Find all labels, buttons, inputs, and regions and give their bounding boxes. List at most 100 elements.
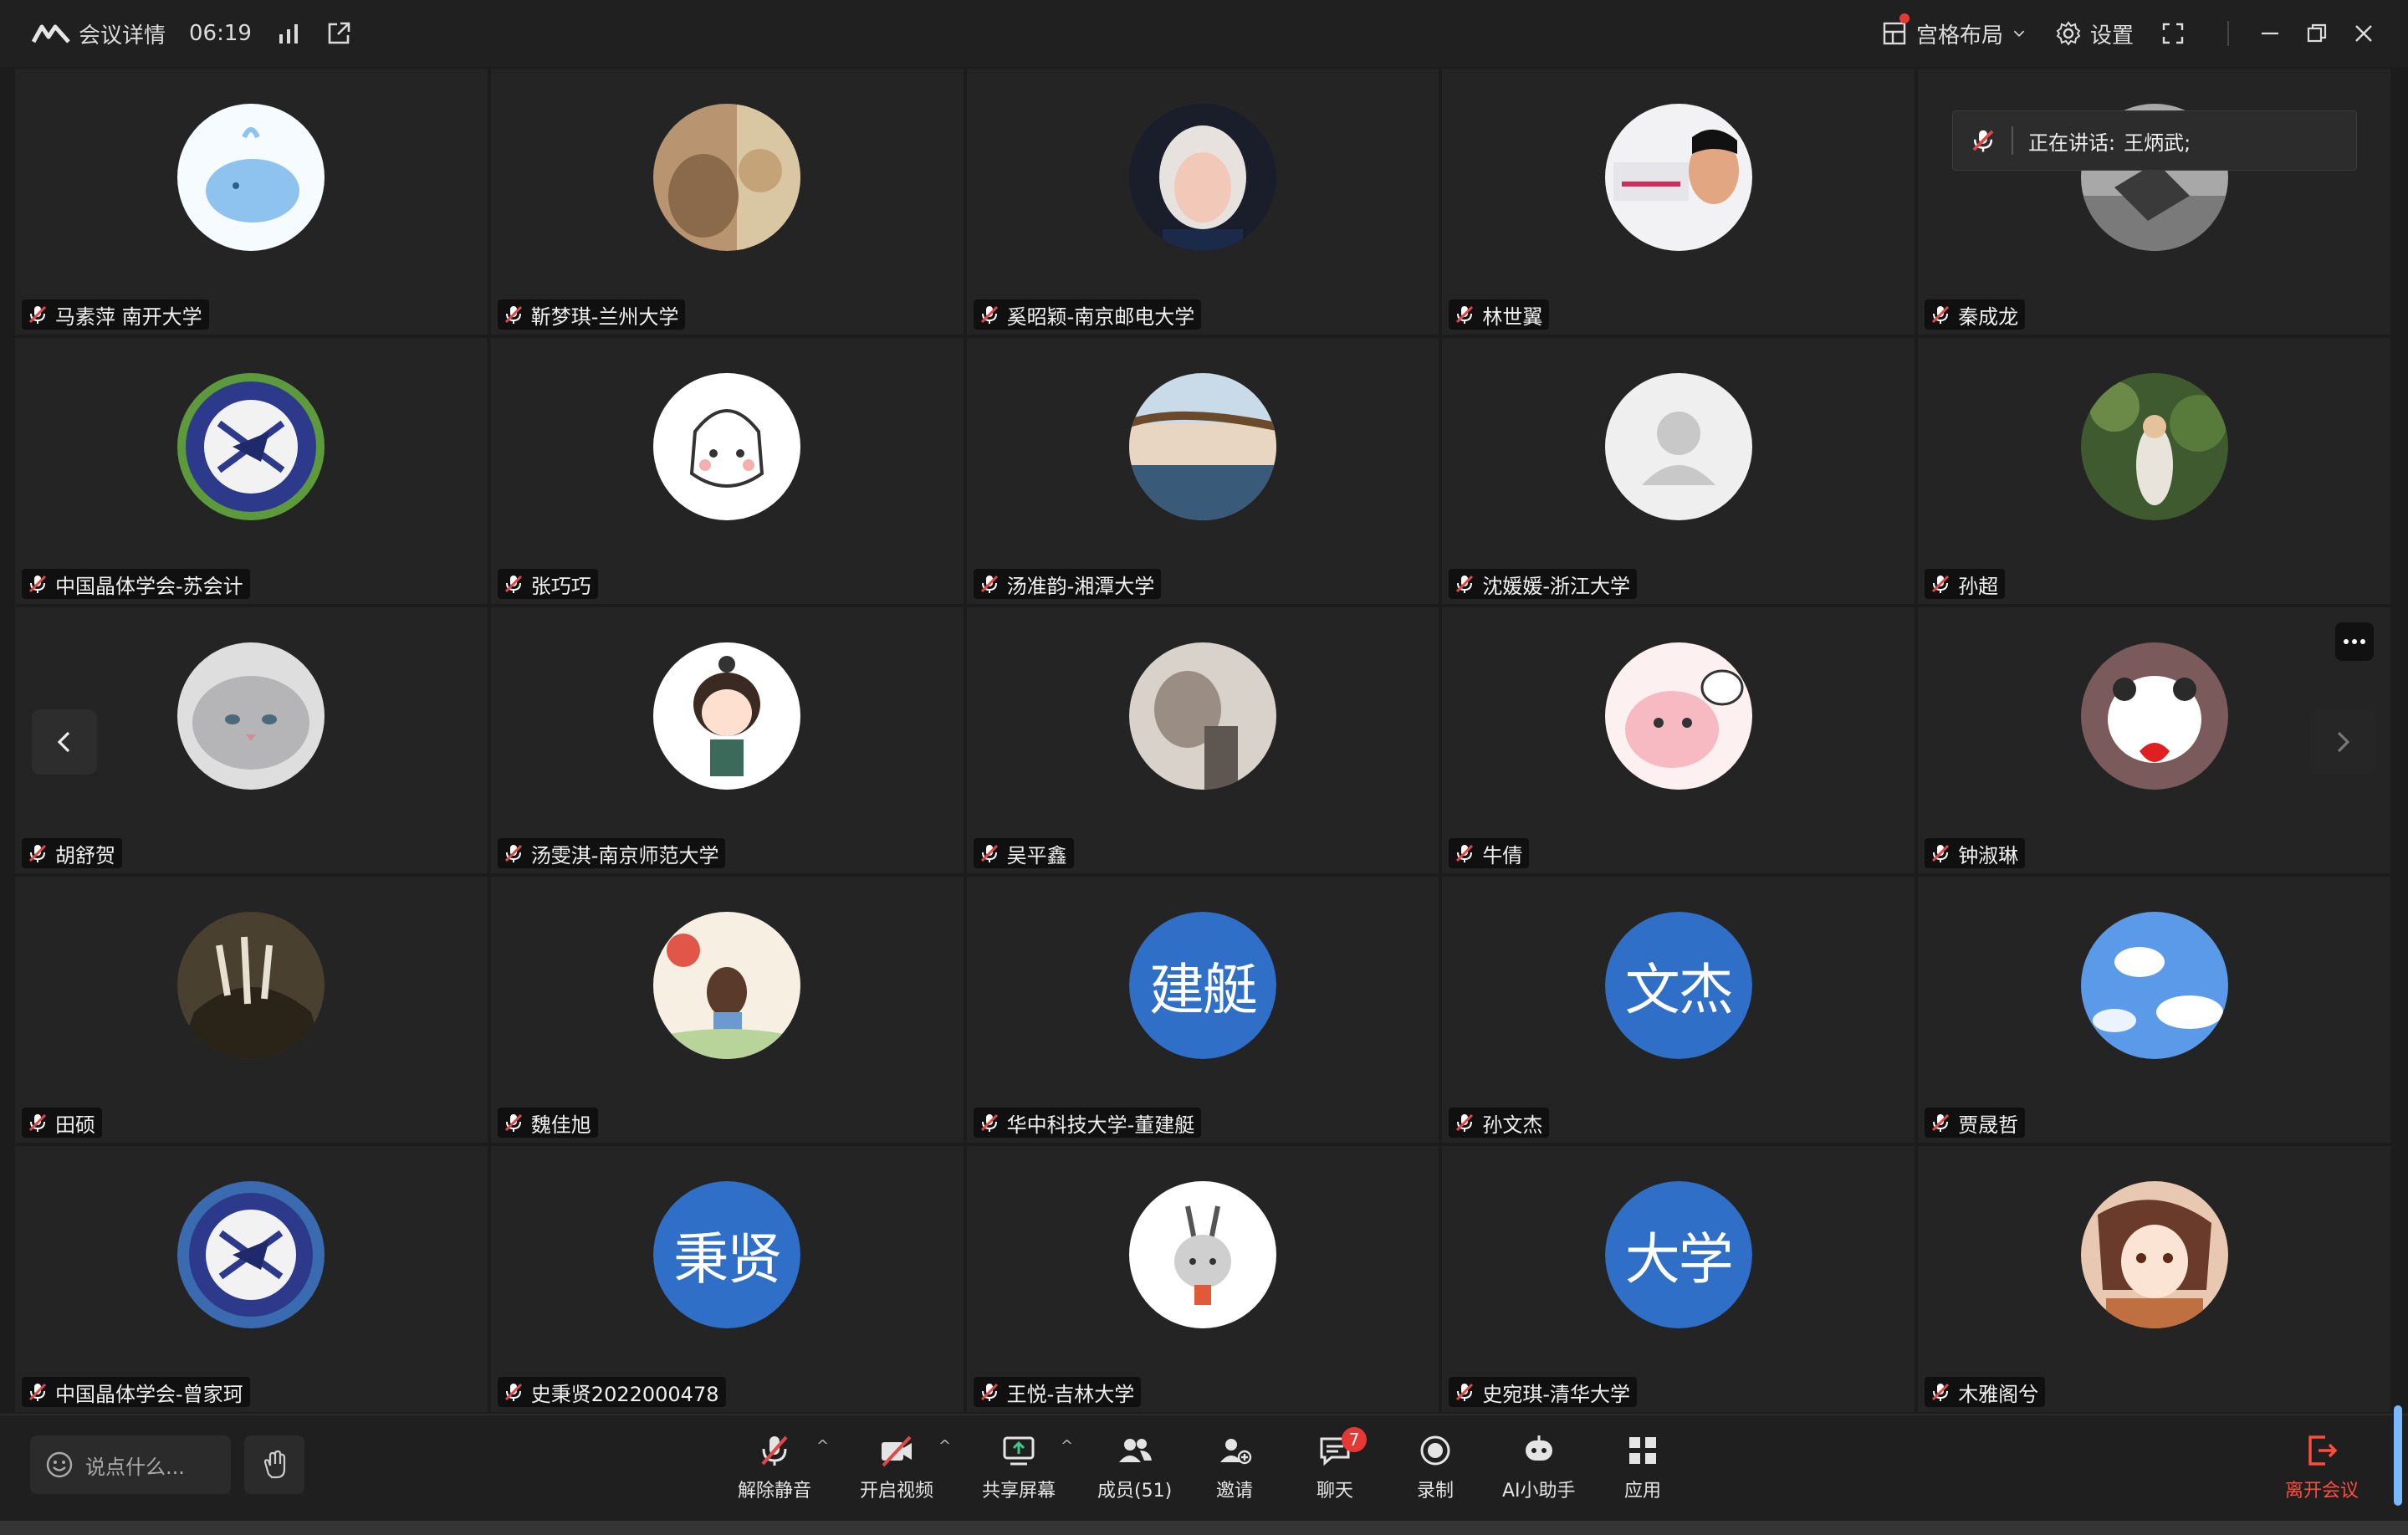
meeting-info-button[interactable]: 会议详情	[79, 18, 166, 49]
muted-mic-icon	[980, 305, 998, 324]
muted-mic-icon	[504, 305, 522, 324]
participant-grid: 马素萍 南开大学 靳梦琪-兰州大学 奚昭颖-南京邮电大学 林世翼 秦成龙 中国晶…	[15, 69, 2390, 1412]
participant-tile[interactable]: 贾晟哲	[1918, 877, 2390, 1143]
participant-tile[interactable]: 魏佳旭	[490, 877, 964, 1143]
start-video-button[interactable]: 开启视频	[860, 1432, 933, 1507]
share-out-icon[interactable]	[325, 20, 352, 47]
minimize-icon[interactable]	[2259, 23, 2281, 44]
record-button[interactable]: 录制	[1417, 1432, 1454, 1507]
participant-avatar	[177, 104, 325, 251]
participant-tile[interactable]: 马素萍 南开大学	[15, 69, 488, 335]
participant-tile[interactable]: 文杰 孙文杰	[1442, 877, 1915, 1143]
participant-name: 王悦-吉林大学	[1006, 1382, 1135, 1406]
chat-button[interactable]: 7 聊天	[1316, 1427, 1367, 1507]
participant-tile[interactable]: 秉贤 史秉贤2022000478	[490, 1146, 964, 1412]
participant-tile[interactable]: 孙超	[1918, 338, 2390, 604]
share-options-caret[interactable]: ^	[1061, 1437, 1073, 1455]
participant-name: 马素萍 南开大学	[55, 304, 202, 329]
participant-tile[interactable]: 奚昭颖-南京邮电大学	[966, 69, 1439, 335]
chevron-left-icon	[57, 731, 70, 753]
participant-name: 贾晟哲	[1958, 1113, 2019, 1137]
participant-avatar: 秉贤	[653, 1181, 801, 1328]
bottom-toolbar: 说点什么... 解除静音 ^ 开启视频 ^ 共享屏幕 ^ 成员(51) 邀请 7…	[0, 1414, 2408, 1522]
record-label: 录制	[1417, 1481, 1455, 1502]
members-button[interactable]: 成员(51)	[1097, 1432, 1172, 1507]
participant-tile[interactable]: 张巧巧	[490, 338, 964, 604]
participant-tile[interactable]: 汤准韵-湘潭大学	[966, 338, 1439, 604]
leave-meeting-button[interactable]: 离开会议	[2285, 1432, 2359, 1502]
audio-options-caret[interactable]: ^	[816, 1437, 829, 1455]
muted-mic-icon	[1932, 844, 1950, 862]
participant-avatar	[1128, 642, 1276, 790]
previous-page-button[interactable]	[32, 709, 97, 775]
video-options-caret[interactable]: ^	[938, 1437, 951, 1455]
fullscreen-icon[interactable]	[2162, 23, 2184, 44]
quick-chat-input[interactable]: 说点什么...	[30, 1435, 231, 1494]
muted-mic-icon	[504, 1113, 522, 1132]
raise-hand-button[interactable]	[244, 1435, 304, 1494]
close-icon[interactable]	[2353, 23, 2375, 44]
participant-name-tag: 林世翼	[1449, 299, 1550, 330]
settings-button[interactable]: 设置	[2055, 18, 2134, 49]
participant-tile[interactable]: 大学 史宛琪-清华大学	[1442, 1146, 1915, 1412]
members-icon	[1118, 1439, 1152, 1462]
participant-tile[interactable]: 建艇 华中科技大学-董建艇	[966, 877, 1439, 1143]
participant-avatar	[177, 1181, 325, 1328]
muted-mic-icon	[1456, 1383, 1474, 1401]
participant-tile[interactable]: 秦成龙	[1918, 69, 2390, 335]
participant-tile[interactable]: 中国晶体学会-苏会计	[15, 338, 488, 604]
scrollbar-thumb[interactable]	[2394, 1405, 2402, 1506]
layout-button[interactable]: 宫格布局	[1881, 13, 2027, 49]
muted-mic-icon	[1932, 1383, 1950, 1401]
participant-tile[interactable]: 林世翼	[1442, 69, 1915, 335]
muted-mic-icon	[1932, 1113, 1950, 1132]
participant-name: 奚昭颖-南京邮电大学	[1006, 304, 1195, 329]
participant-name: 木雅阁兮	[1958, 1382, 2039, 1406]
muted-mic-icon	[504, 844, 522, 862]
muted-mic-icon	[1456, 305, 1474, 324]
unmute-button[interactable]: 解除静音	[738, 1432, 811, 1507]
apps-button[interactable]: 应用	[1624, 1432, 1661, 1507]
layout-label: 宫格布局	[1915, 23, 2003, 49]
invite-button[interactable]: 邀请	[1216, 1432, 1253, 1507]
muted-mic-icon	[1456, 1113, 1474, 1132]
next-page-button[interactable]	[2310, 709, 2375, 775]
muted-mic-icon	[980, 1383, 998, 1401]
participant-tile[interactable]: 吴平鑫	[966, 607, 1439, 873]
titlebar-divider	[2227, 21, 2229, 46]
participant-avatar	[177, 642, 325, 790]
record-icon	[1420, 1435, 1450, 1466]
ai-robot-icon	[1525, 1435, 1552, 1461]
participant-tile[interactable]: 王悦-吉林大学	[966, 1146, 1439, 1412]
window-bottom-edge	[0, 1521, 2408, 1535]
muted-mic-icon	[504, 1383, 522, 1401]
participant-tile[interactable]: 汤雯淇-南京师范大学	[490, 607, 964, 873]
participant-name-tag: 中国晶体学会-苏会计	[22, 569, 250, 599]
participant-tile[interactable]: 靳梦琪-兰州大学	[490, 69, 964, 335]
ai-assistant-button[interactable]: AI小助手	[1502, 1432, 1576, 1507]
participant-name: 华中科技大学-董建艇	[1006, 1113, 1195, 1137]
share-screen-button[interactable]: 共享屏幕	[982, 1432, 1056, 1507]
share-screen-icon	[1003, 1436, 1035, 1466]
muted-mic-icon	[980, 1113, 998, 1132]
app-logo-icon	[32, 24, 70, 43]
participant-name: 牛倩	[1482, 843, 1523, 867]
restore-icon[interactable]	[2306, 23, 2328, 44]
more-options-button[interactable]	[2335, 622, 2374, 661]
participant-name-tag: 汤准韵-湘潭大学	[973, 569, 1162, 599]
participant-tile[interactable]: 牛倩	[1442, 607, 1915, 873]
participant-tile[interactable]: 田硕	[15, 877, 488, 1143]
participant-avatar	[1128, 104, 1276, 251]
participant-avatar	[2080, 1181, 2228, 1328]
participant-name: 林世翼	[1482, 304, 1543, 329]
participant-tile[interactable]: 中国晶体学会-曾家珂	[15, 1146, 488, 1412]
participant-avatar	[2080, 642, 2228, 790]
signal-bars-icon[interactable]	[275, 20, 302, 47]
ai-assistant-label: AI小助手	[1502, 1481, 1576, 1502]
muted-mic-icon	[28, 844, 47, 862]
participant-tile[interactable]: 木雅阁兮	[1918, 1146, 2390, 1412]
participant-tile[interactable]: 沈媛媛-浙江大学	[1442, 338, 1915, 604]
participant-avatar	[1604, 642, 1752, 790]
leave-label: 离开会议	[2285, 1481, 2359, 1502]
muted-mic-icon	[980, 844, 998, 862]
